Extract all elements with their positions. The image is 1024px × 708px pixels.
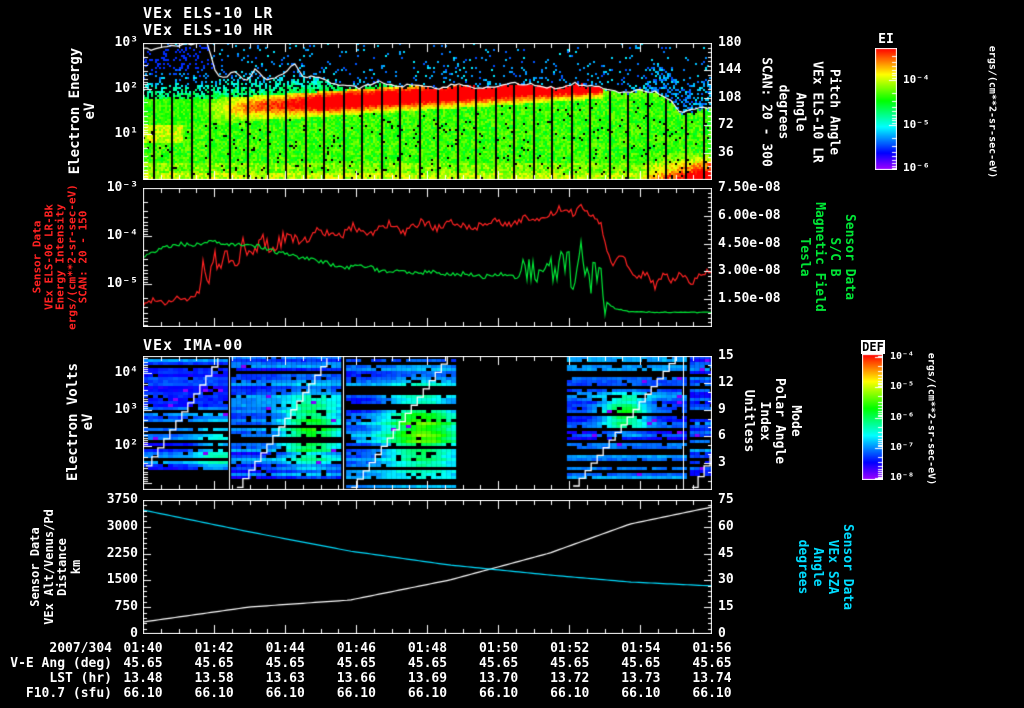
axis-tick-label: 750: [114, 599, 138, 615]
els-title-hr: VEx ELS-10 HR: [143, 21, 274, 39]
panels-aux-right_axis-label: Sensor Data VEx SZA Angle degrees: [795, 523, 855, 611]
footer-value: 45.65: [123, 656, 163, 671]
els-colorbar-units: ergs/(cm**2-sr-sec-eV): [986, 45, 998, 179]
footer-value: 45.65: [479, 656, 519, 671]
vex-quicklook-plot: VEx ELS-10 LR VEx ELS-10 HR VEx IMA-00 E…: [0, 0, 1024, 708]
altitude-sza-canvas: [143, 500, 712, 634]
footer-value: 13.69: [407, 671, 448, 686]
footer-value: 13.70: [479, 671, 519, 686]
footer-row-label: F10.7 (sfu): [25, 686, 112, 701]
footer-value: 45.65: [407, 656, 448, 671]
axis-tick-label: 1500: [106, 572, 138, 588]
panels-els_line-left_axis-label: Sensor Data VEx ELS-06 LR-Bk Energy Inte…: [30, 184, 90, 330]
footer-value: 45.65: [692, 656, 732, 671]
axis-tick-label: 3000: [106, 518, 138, 534]
footer-value: 45.65: [336, 656, 376, 671]
panels-aux-left_axis-label: Sensor Data VEx Alt/Venus/Pd Distance km: [28, 509, 83, 625]
time-tick-label: 01:56: [692, 641, 732, 656]
colorbar-tick-label: 10⁻⁸: [890, 472, 915, 484]
axis-tick-label: 6.00e-08: [718, 207, 781, 223]
intensity-bfield-canvas: [143, 188, 712, 327]
footer-value: 45.65: [550, 656, 590, 671]
ima-colorbar-title: DEF: [861, 340, 885, 354]
ima-title: VEx IMA-00: [143, 336, 244, 354]
axis-tick-label: 3750: [106, 492, 138, 507]
footer-value: 66.10: [621, 686, 661, 701]
colorbar-tick-label: 10⁻⁵: [890, 381, 915, 393]
time-tick-label: 01:54: [621, 641, 661, 656]
els-title-lr: VEx ELS-10 LR: [143, 4, 274, 22]
time-tick-label: 01:48: [407, 641, 448, 656]
axis-tick-label: 1.50e-08: [718, 291, 781, 307]
axis-tick-label: 75: [718, 492, 734, 507]
footer-value: 13.63: [265, 671, 305, 686]
footer-value: 13.73: [621, 671, 661, 686]
panels-ima-left_axis-label: Electron Volts eV: [65, 362, 96, 482]
panels-els-left_axis-label: Electron Energy eV: [67, 47, 98, 175]
panels-ima-right_axis-label: Mode Polar Angle Index Unitless: [741, 377, 804, 465]
axis-tick-label: 0: [718, 626, 726, 641]
footer-value: 45.65: [194, 656, 234, 671]
footer-value: 13.48: [123, 671, 163, 686]
footer-value: 13.72: [550, 671, 590, 686]
els-colorbar-title: EI: [878, 32, 894, 47]
axis-tick-label: 15: [718, 348, 734, 363]
footer-value: 66.10: [407, 686, 448, 701]
ima-colorbar: [862, 354, 883, 480]
time-tick-label: 01:42: [194, 641, 234, 656]
colorbar-tick-label: 10⁻⁶: [903, 160, 930, 174]
axis-tick-label: 4.50e-08: [718, 235, 781, 251]
panels-els_line-right_axis-label: Sensor Data S/C B Magnetic Field Tesla: [797, 202, 857, 312]
footer-value: 66.10: [479, 686, 519, 701]
footer-value: 66.10: [123, 686, 163, 701]
date-label: 2007/304: [49, 641, 112, 656]
time-tick-label: 01:40: [123, 641, 163, 656]
colorbar-tick-label: 10⁻⁶: [890, 411, 915, 423]
footer-value: 66.10: [336, 686, 376, 701]
footer-value: 45.65: [621, 656, 661, 671]
colorbar-tick-label: 10⁻⁴: [890, 351, 915, 363]
footer-value: 13.74: [692, 671, 732, 686]
colorbar-tick-label: 10⁻⁵: [903, 117, 930, 131]
ima-spectrogram-canvas: [143, 356, 712, 490]
footer-value: 45.65: [265, 656, 305, 671]
time-tick-label: 01:44: [265, 641, 305, 656]
colorbar-tick-label: 10⁻⁷: [890, 441, 915, 453]
axis-tick-label: 7.50e-08: [718, 180, 781, 195]
axis-tick-label: 180: [718, 35, 742, 50]
panels-els-right_axis-label: Pitch Angle VEx ELS-10 LR Angle degrees …: [758, 57, 842, 167]
time-tick-label: 01:52: [550, 641, 590, 656]
footer-value: 66.10: [550, 686, 590, 701]
axis-tick-label: 3.00e-08: [718, 263, 781, 279]
time-tick-label: 01:50: [479, 641, 519, 656]
footer-value: 66.10: [692, 686, 732, 701]
time-tick-label: 01:46: [336, 641, 376, 656]
footer-value: 13.66: [336, 671, 376, 686]
footer-row-label: LST (hr): [49, 671, 112, 686]
colorbar-tick-label: 10⁻⁴: [903, 72, 930, 86]
axis-tick-label: 0: [130, 626, 138, 641]
els-spectrogram-canvas: [143, 43, 712, 180]
footer-value: 66.10: [194, 686, 234, 701]
ima-colorbar-units: ergs/(cm**2-sr-sec-eV): [925, 352, 937, 486]
footer-value: 13.58: [194, 671, 234, 686]
axis-tick-label: 2250: [106, 545, 138, 561]
els-colorbar: [875, 48, 897, 170]
footer-value: 66.10: [265, 686, 305, 701]
footer-row-label: V-E Ang (deg): [10, 656, 112, 671]
